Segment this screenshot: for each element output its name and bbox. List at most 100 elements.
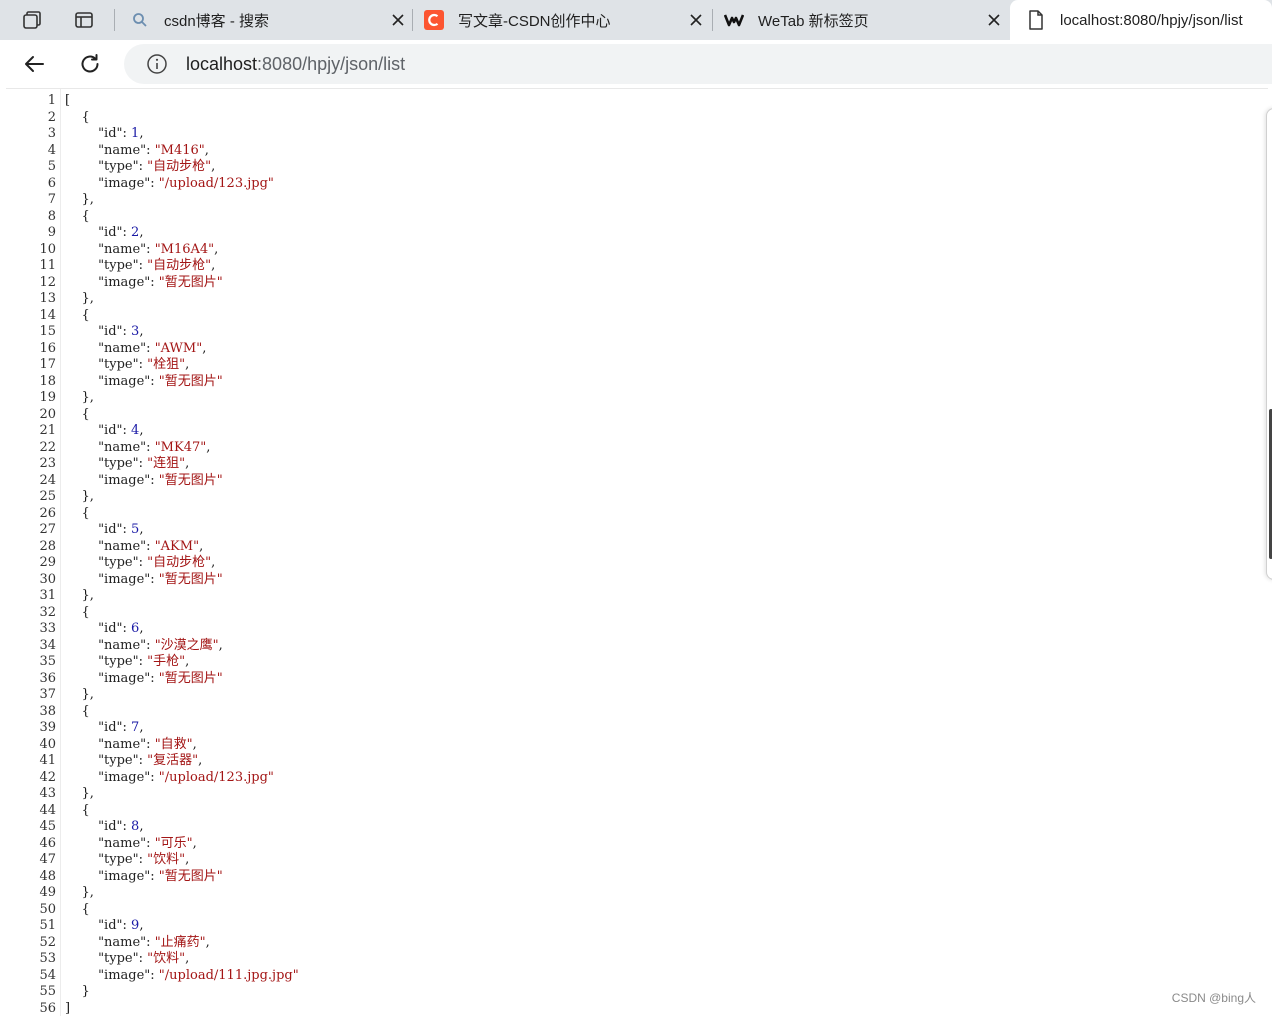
- code-line: },: [65, 588, 299, 605]
- code-line: "name": "止痛药",: [65, 935, 299, 952]
- line-number: 45: [6, 819, 56, 836]
- line-number: 34: [6, 638, 56, 655]
- json-content: [ { "id": 1, "name": "M416", "type": "自动…: [65, 93, 299, 1017]
- line-number: 32: [6, 605, 56, 622]
- code-line: {: [65, 704, 299, 721]
- line-number-gutter: 1234567891011121314151617181920212223242…: [6, 93, 56, 1017]
- refresh-button[interactable]: [74, 48, 106, 80]
- line-number: 21: [6, 423, 56, 440]
- json-viewer: 1234567891011121314151617181920212223242…: [6, 88, 1268, 1015]
- line-number: 2: [6, 110, 56, 127]
- tab-csdn-editor[interactable]: 写文章-CSDN创作中心: [424, 0, 708, 40]
- line-number: 39: [6, 720, 56, 737]
- line-number: 38: [6, 704, 56, 721]
- tab-localhost[interactable]: localhost:8080/hpjy/json/list: [1010, 0, 1272, 40]
- line-number: 26: [6, 506, 56, 523]
- code-line: "type": "自动步枪",: [65, 159, 299, 176]
- line-number: 1: [6, 93, 56, 110]
- code-line: "type": "手枪",: [65, 654, 299, 671]
- code-line: "id": 5,: [65, 522, 299, 539]
- tab-actions-button[interactable]: [68, 4, 100, 36]
- csdn-logo-icon: [424, 10, 444, 30]
- code-line: "id": 1,: [65, 126, 299, 143]
- line-number: 4: [6, 143, 56, 160]
- code-line: "id": 6,: [65, 621, 299, 638]
- code-line: "name": "MK47",: [65, 440, 299, 457]
- back-button[interactable]: [18, 48, 50, 80]
- line-number: 20: [6, 407, 56, 424]
- code-line: "name": "M16A4",: [65, 242, 299, 259]
- code-line: "image": "/upload/123.jpg": [65, 770, 299, 787]
- code-line: "type": "连狙",: [65, 456, 299, 473]
- side-panel-handle[interactable]: [1266, 108, 1272, 580]
- code-line: },: [65, 885, 299, 902]
- line-number: 42: [6, 770, 56, 787]
- close-icon[interactable]: [390, 12, 406, 28]
- close-icon[interactable]: [688, 12, 704, 28]
- line-number: 11: [6, 258, 56, 275]
- vertical-tabs-icon: [74, 10, 94, 30]
- line-number: 36: [6, 671, 56, 688]
- line-number: 25: [6, 489, 56, 506]
- line-number: 14: [6, 308, 56, 325]
- line-number: 30: [6, 572, 56, 589]
- info-icon[interactable]: [146, 53, 168, 75]
- code-line: "name": "AKM",: [65, 539, 299, 556]
- code-line: {: [65, 803, 299, 820]
- workspaces-icon: [21, 9, 43, 31]
- arrow-left-icon: [22, 52, 46, 76]
- address-bar[interactable]: localhost:8080/hpjy/json/list: [124, 44, 1272, 84]
- code-line: },: [65, 786, 299, 803]
- line-number: 50: [6, 902, 56, 919]
- code-line: {: [65, 209, 299, 226]
- search-icon: [130, 10, 150, 30]
- navigation-bar: localhost:8080/hpjy/json/list: [0, 40, 1272, 88]
- code-line: {: [65, 110, 299, 127]
- code-line: "name": "自救",: [65, 737, 299, 754]
- code-line: [: [65, 93, 299, 110]
- line-number: 10: [6, 242, 56, 259]
- workspaces-button[interactable]: [16, 4, 48, 36]
- tab-search[interactable]: csdn博客 - 搜索: [124, 0, 410, 40]
- tab-strip: csdn博客 - 搜索 写文章-CSDN创作中心 WeTab 新标签页 loca…: [0, 0, 1272, 40]
- line-number: 33: [6, 621, 56, 638]
- code-line: {: [65, 506, 299, 523]
- code-line: "image": "/upload/123.jpg": [65, 176, 299, 193]
- code-line: "image": "暂无图片": [65, 275, 299, 292]
- code-line: "image": "暂无图片": [65, 572, 299, 589]
- page-icon: [1026, 10, 1046, 30]
- tab-wetab[interactable]: WeTab 新标签页: [724, 0, 1006, 40]
- line-number: 35: [6, 654, 56, 671]
- code-line: "name": "M416",: [65, 143, 299, 160]
- code-line: "id": 2,: [65, 225, 299, 242]
- line-number: 7: [6, 192, 56, 209]
- tab-separator: [712, 9, 713, 31]
- line-number: 17: [6, 357, 56, 374]
- url-text[interactable]: localhost:8080/hpjy/json/list: [186, 54, 405, 75]
- line-number: 13: [6, 291, 56, 308]
- close-icon[interactable]: [986, 12, 1002, 28]
- code-line: "type": "饮料",: [65, 852, 299, 869]
- code-line: "name": "AWM",: [65, 341, 299, 358]
- refresh-icon: [78, 52, 102, 76]
- code-line: "id": 9,: [65, 918, 299, 935]
- line-number: 48: [6, 869, 56, 886]
- code-line: "image": "/upload/111.jpg.jpg": [65, 968, 299, 985]
- line-number: 53: [6, 951, 56, 968]
- code-line: },: [65, 489, 299, 506]
- url-host: localhost: [186, 54, 257, 74]
- line-number: 47: [6, 852, 56, 869]
- line-number: 23: [6, 456, 56, 473]
- code-line: {: [65, 407, 299, 424]
- line-number: 49: [6, 885, 56, 902]
- tab-label: WeTab 新标签页: [758, 10, 986, 31]
- tab-label: csdn博客 - 搜索: [164, 10, 390, 31]
- code-line: "type": "饮料",: [65, 951, 299, 968]
- code-line: "type": "自动步枪",: [65, 258, 299, 275]
- gutter-divider: [60, 89, 61, 1016]
- code-line: "name": "沙漠之鹰",: [65, 638, 299, 655]
- code-line: "type": "自动步枪",: [65, 555, 299, 572]
- line-number: 43: [6, 786, 56, 803]
- line-number: 18: [6, 374, 56, 391]
- code-line: "type": "复活器",: [65, 753, 299, 770]
